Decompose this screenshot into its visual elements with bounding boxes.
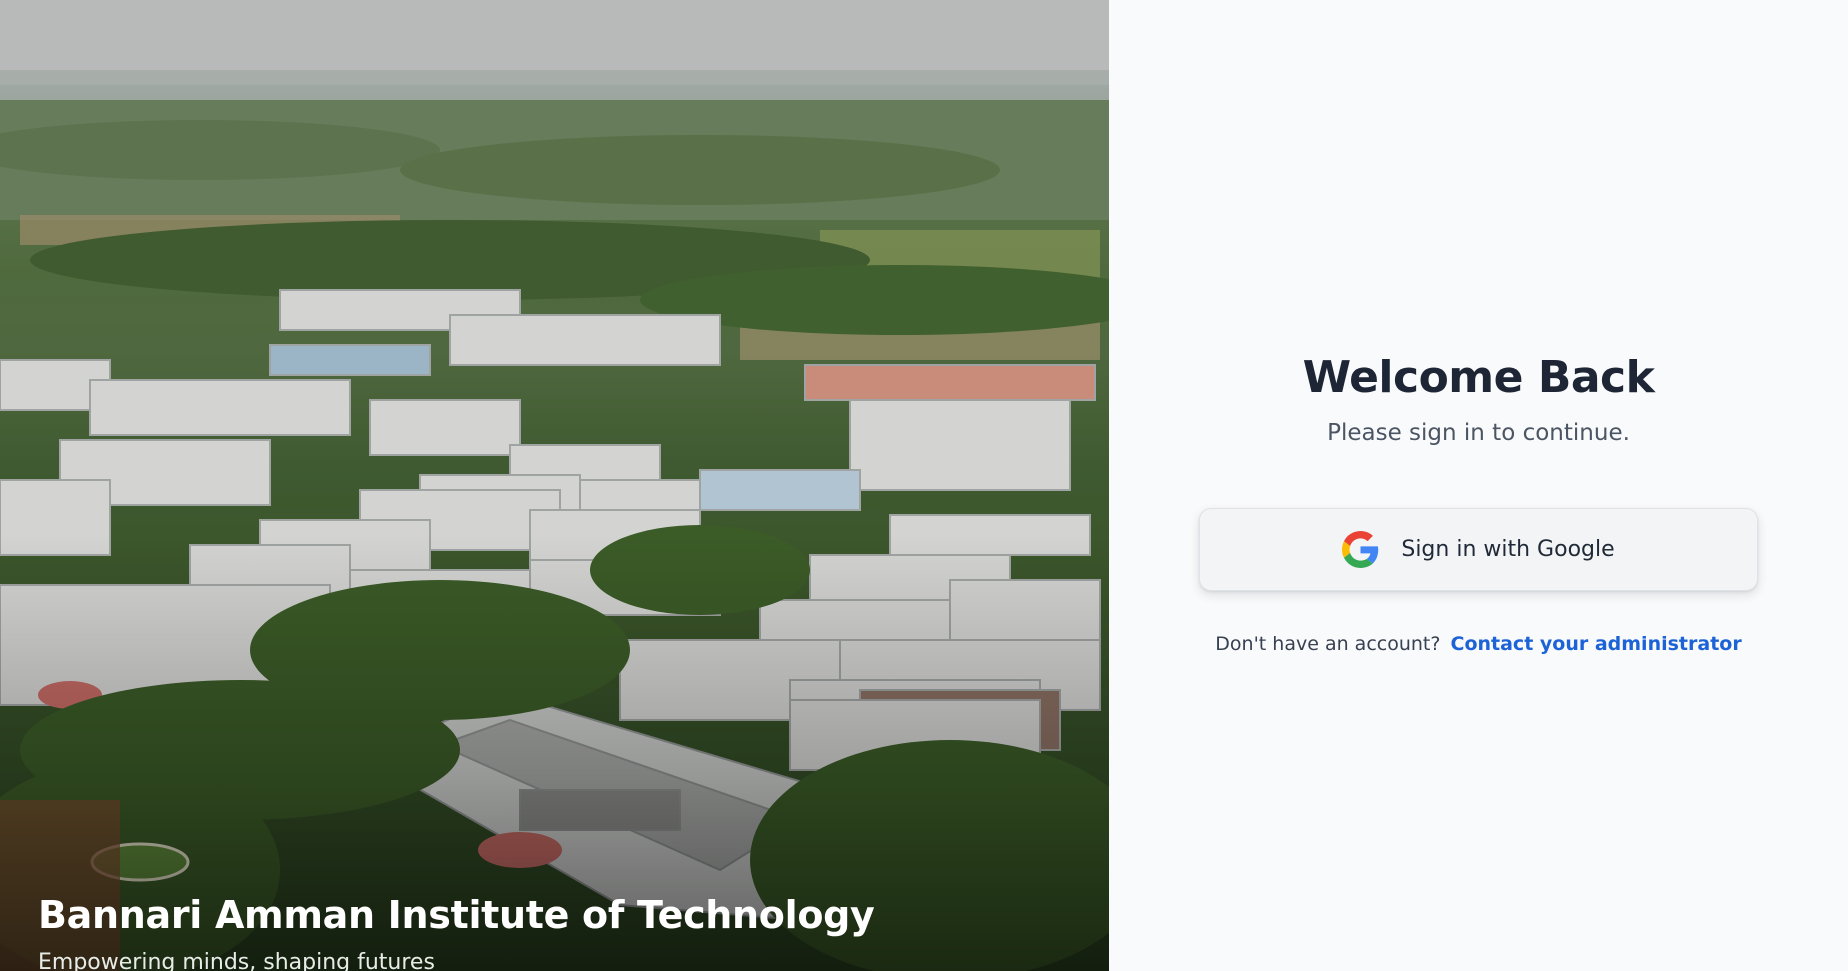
campus-hero-image: Bannari Amman Institute of Technology Em… <box>0 0 1109 971</box>
contact-admin-link[interactable]: Contact your administrator <box>1451 633 1742 655</box>
google-g-icon <box>1342 531 1379 568</box>
institute-tagline: Empowering minds, shaping futures <box>38 950 435 971</box>
no-account-text: Don't have an account? <box>1215 633 1441 655</box>
login-card: Welcome Back Please sign in to continue.… <box>1199 350 1758 655</box>
google-signin-label: Sign in with Google <box>1401 537 1615 562</box>
google-signin-button[interactable]: Sign in with Google <box>1199 508 1758 591</box>
login-page: Bannari Amman Institute of Technology Em… <box>0 0 1848 971</box>
welcome-heading: Welcome Back <box>1302 352 1655 403</box>
no-account-row: Don't have an account? Contact your admi… <box>1199 633 1758 655</box>
institute-name: Bannari Amman Institute of Technology <box>38 893 875 937</box>
login-panel: Welcome Back Please sign in to continue.… <box>1109 0 1848 971</box>
signin-instruction: Please sign in to continue. <box>1327 420 1630 446</box>
hero-gradient-overlay <box>0 0 1109 971</box>
